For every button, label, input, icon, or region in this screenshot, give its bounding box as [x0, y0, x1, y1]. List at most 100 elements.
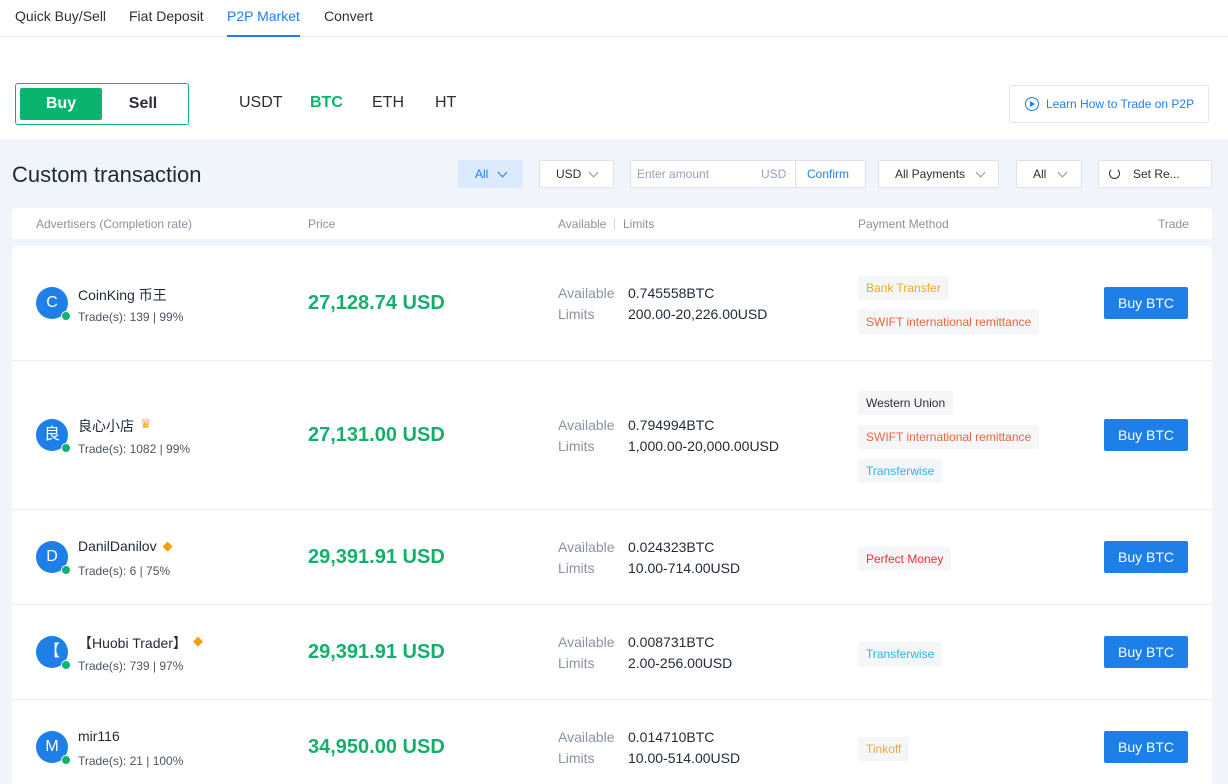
payments-dropdown[interactable]: All Payments	[878, 160, 999, 188]
advertiser-name[interactable]: DanilDanilov ◆	[78, 538, 173, 554]
avatar: D	[36, 541, 71, 575]
coin-tab-usdt[interactable]: USDT	[239, 94, 283, 112]
chevron-down-icon	[975, 167, 986, 178]
limits-label: Limits	[558, 750, 595, 766]
col-available: Available	[558, 217, 607, 231]
payment-tag: Perfect Money	[858, 547, 952, 571]
advertiser-name[interactable]: CoinKing 币王	[78, 285, 167, 305]
col-payment-method: Payment Method	[858, 217, 949, 231]
diamond-badge-icon: ◆	[162, 538, 173, 553]
tab-convert[interactable]: Convert	[324, 0, 373, 37]
advertiser-name[interactable]: 良心小店 ♛	[78, 416, 152, 436]
limits-label: Limits	[558, 655, 595, 671]
type-filter-value: All	[475, 167, 489, 181]
online-status-icon	[61, 660, 71, 670]
col-limits: Limits	[623, 217, 655, 231]
buy-tab-button[interactable]: Buy	[20, 88, 102, 120]
region-dropdown[interactable]: All	[1016, 160, 1082, 188]
payments-value: All Payments	[895, 167, 966, 181]
limits-value: 10.00-714.00USD	[628, 560, 741, 576]
play-circle-icon	[1025, 97, 1039, 111]
trade-stats: Trade(s): 739 | 97%	[78, 659, 184, 673]
buy-btc-button[interactable]: Buy BTC	[1104, 731, 1188, 763]
col-price: Price	[308, 217, 336, 231]
buy-btc-button[interactable]: Buy BTC	[1104, 541, 1188, 573]
payment-tag: SWIFT international remittance	[858, 425, 1040, 449]
available-value: 0.014710BTC	[628, 729, 715, 745]
divider	[614, 218, 615, 230]
payment-tag: Bank Transfer	[858, 276, 949, 300]
trade-stats: Trade(s): 139 | 99%	[78, 310, 184, 324]
payment-tag: SWIFT international remittance	[858, 310, 1040, 334]
amount-filter: USD Confirm	[630, 160, 866, 188]
available-value: 0.024323BTC	[628, 539, 715, 555]
tab-p2p-market[interactable]: P2P Market	[227, 0, 300, 37]
avatar: 良	[36, 419, 71, 453]
amount-unit: USD	[761, 167, 787, 181]
chevron-down-icon	[588, 167, 599, 178]
divider	[795, 161, 796, 187]
online-status-icon	[61, 443, 71, 453]
chevron-down-icon	[497, 167, 508, 178]
buy-sell-toggle: Buy Sell	[15, 83, 189, 125]
learn-how-to-trade-button[interactable]: Learn How to Trade on P2P	[1009, 85, 1209, 123]
table-row: D DanilDanilov ◆ Trade(s): 6 | 75% 29,391…	[12, 510, 1212, 605]
confirm-button[interactable]: Confirm	[807, 167, 849, 181]
payment-tag: Transferwise	[858, 642, 943, 666]
refresh-icon	[1109, 168, 1120, 179]
advertiser-name[interactable]: 【Huobi Trader】 ◆	[78, 633, 203, 653]
table-row: M mir116 Trade(s): 21 | 100% 34,950.00 U…	[12, 700, 1212, 784]
sell-tab-button[interactable]: Sell	[102, 88, 184, 120]
buy-btc-button[interactable]: Buy BTC	[1104, 636, 1188, 668]
col-advertisers: Advertisers (Completion rate)	[36, 217, 193, 231]
advertiser-name-text: 良心小店	[78, 418, 134, 434]
region-value: All	[1033, 167, 1047, 181]
limits-value: 200.00-20,226.00USD	[628, 306, 768, 322]
payment-tag: Tinkoff	[858, 737, 910, 761]
type-filter-dropdown[interactable]: All	[458, 160, 523, 188]
diamond-badge-icon: ◆	[192, 633, 203, 648]
available-label: Available	[558, 417, 615, 433]
set-refresh-button[interactable]: Set Re...	[1098, 160, 1212, 188]
payment-tag: Transferwise	[858, 459, 943, 483]
table-header: Advertisers (Completion rate) Price Avai…	[12, 208, 1212, 239]
advertiser-name-text: DanilDanilov	[78, 538, 157, 554]
tab-quick-buy-sell[interactable]: Quick Buy/Sell	[15, 0, 106, 37]
trade-stats: Trade(s): 6 | 75%	[78, 564, 171, 578]
available-label: Available	[558, 634, 615, 650]
coin-tab-ht[interactable]: HT	[435, 94, 456, 112]
col-trade: Trade	[1158, 217, 1189, 231]
currency-dropdown[interactable]: USD	[539, 160, 614, 188]
price: 34,950.00 USD	[308, 736, 445, 758]
advertiser-name-text: 【Huobi Trader】	[78, 635, 187, 651]
avatar-initial: 良	[43, 426, 60, 443]
advertiser-name[interactable]: mir116	[78, 728, 120, 744]
page-title: Custom transaction	[12, 162, 202, 187]
payment-tag: Western Union	[858, 391, 954, 415]
currency-value: USD	[556, 167, 582, 181]
avatar: M	[36, 731, 71, 765]
price: 29,391.91 USD	[308, 641, 445, 663]
price: 27,128.74 USD	[308, 292, 445, 314]
available-value: 0.745558BTC	[628, 285, 715, 301]
buy-btc-button[interactable]: Buy BTC	[1104, 419, 1188, 451]
price: 29,391.91 USD	[308, 546, 445, 568]
online-status-icon	[61, 311, 71, 321]
crown-badge-icon: ♛	[140, 416, 152, 431]
table-row: C CoinKing 币王 Trade(s): 139 | 99% 27,128…	[12, 246, 1212, 361]
coin-tab-btc[interactable]: BTC	[310, 94, 343, 112]
chevron-down-icon	[1057, 167, 1068, 178]
coin-tab-eth[interactable]: ETH	[372, 94, 404, 112]
amount-input[interactable]	[637, 165, 747, 183]
trade-stats: Trade(s): 21 | 100%	[78, 754, 184, 768]
limits-label: Limits	[558, 438, 595, 454]
trade-stats: Trade(s): 1082 | 99%	[78, 442, 191, 456]
buy-btc-button[interactable]: Buy BTC	[1104, 287, 1188, 319]
limits-label: Limits	[558, 306, 595, 322]
avatar-initial: C	[46, 294, 58, 311]
tab-fiat-deposit[interactable]: Fiat Deposit	[129, 0, 204, 37]
limits-label: Limits	[558, 560, 595, 576]
price: 27,131.00 USD	[308, 424, 445, 446]
available-label: Available	[558, 285, 615, 301]
available-value: 0.794994BTC	[628, 417, 715, 433]
